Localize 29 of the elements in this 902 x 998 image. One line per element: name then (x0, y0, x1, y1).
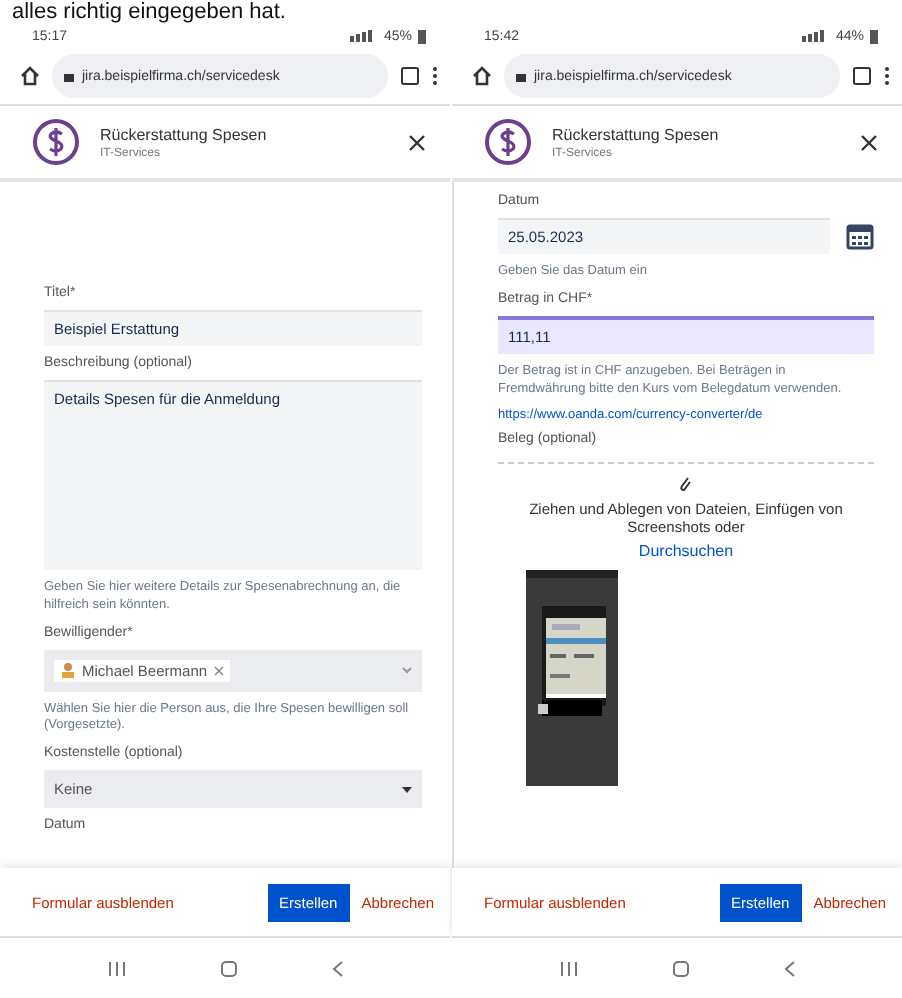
tabs-icon[interactable] (852, 66, 872, 86)
more-icon[interactable] (432, 66, 438, 86)
caption-text: alles richtig eingegeben hat. (12, 0, 286, 24)
dollar-icon (32, 118, 80, 166)
calendar-icon[interactable] (846, 222, 874, 250)
recent-apps-icon[interactable] (107, 959, 125, 977)
home-icon[interactable] (472, 66, 492, 86)
close-icon[interactable] (408, 133, 426, 151)
caret-icon[interactable] (402, 785, 412, 794)
battery-icon (418, 29, 426, 43)
tabs-icon[interactable] (400, 66, 420, 86)
attachment-icon (678, 474, 694, 495)
signal-icon (801, 30, 830, 42)
home-button-icon[interactable] (671, 959, 689, 977)
browse-link[interactable]: Durchsuchen (638, 542, 734, 561)
more-icon[interactable] (884, 66, 890, 86)
dollar-icon (484, 118, 532, 166)
back-icon[interactable] (783, 959, 795, 977)
form-title: Rückerstattung Spesen (552, 125, 721, 143)
form-title: Rückerstattung Spesen (100, 125, 269, 143)
home-button-icon[interactable] (219, 959, 237, 977)
signal-icon (349, 30, 378, 42)
remove-icon[interactable] (213, 665, 224, 676)
close-icon[interactable] (860, 133, 878, 151)
home-icon[interactable] (20, 66, 40, 86)
recent-apps-icon[interactable] (559, 959, 577, 977)
person-icon (60, 662, 76, 679)
back-icon[interactable] (331, 959, 343, 977)
battery-icon (870, 29, 878, 43)
